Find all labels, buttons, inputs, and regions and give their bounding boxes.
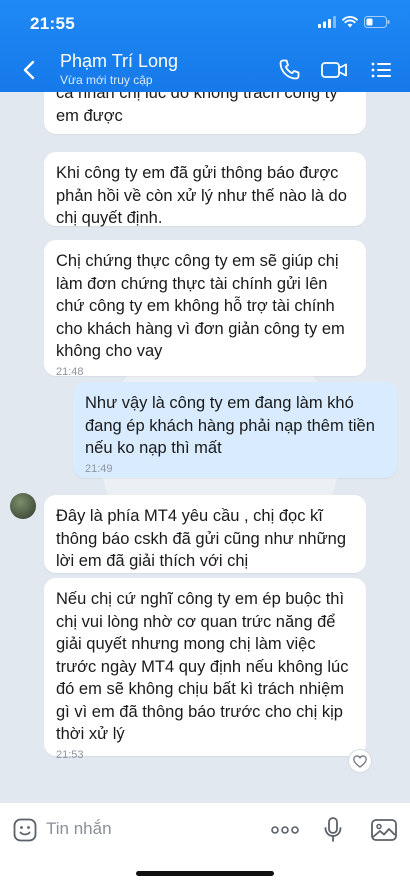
more-dots-icon — [271, 826, 299, 834]
signal-icon — [318, 16, 336, 28]
image-button[interactable] — [369, 815, 399, 845]
status-time: 21:55 — [30, 14, 75, 33]
chat-header: 21:55 Phạm Trí Long Vừa mới truy cập — [0, 0, 410, 92]
message-input[interactable] — [46, 815, 246, 843]
contact-name: Phạm Trí Long — [60, 51, 179, 71]
message-time: 21:49 — [85, 462, 113, 475]
video-call-button[interactable] — [319, 56, 349, 84]
my-message-bubble[interactable]: Như vậy là công ty em đang làm khó đang … — [73, 382, 397, 478]
message-text: Như vậy là công ty em đang làm khó đang … — [85, 394, 375, 457]
video-camera-icon — [321, 62, 347, 78]
image-icon — [371, 819, 397, 841]
microphone-icon — [324, 817, 342, 842]
emoji-button[interactable] — [12, 817, 38, 843]
message-time: 21:48 — [56, 365, 84, 378]
status-bar: 21:55 — [0, 0, 410, 44]
message-bubble[interactable]: Chị chứng thực công ty em sẽ giúp chị là… — [44, 240, 366, 378]
menu-button[interactable] — [367, 56, 395, 84]
call-button[interactable] — [275, 56, 303, 84]
emoji-icon — [13, 818, 37, 842]
battery-icon — [364, 16, 390, 28]
message-time: 21:53 — [56, 748, 84, 761]
voice-button[interactable] — [318, 815, 348, 845]
wifi-icon — [342, 16, 358, 28]
back-button[interactable] — [16, 56, 44, 84]
message-bubble[interactable]: Đây là phía MT4 yêu cầu , chị đọc kĩ thô… — [44, 495, 366, 573]
heart-icon — [353, 754, 367, 768]
message-bubble[interactable]: Nếu chị cứ nghĩ công ty em ép buộc thì c… — [44, 578, 366, 761]
home-indicator — [136, 871, 274, 876]
message-text: cá nhân chị lúc đó không trách công ty e… — [56, 92, 338, 125]
message-bubble[interactable]: cá nhân chị lúc đó không trách công ty e… — [44, 92, 366, 134]
message-text: Đây là phía MT4 yêu cầu , chị đọc kĩ thô… — [56, 507, 347, 570]
chat-area[interactable]: cá nhân chị lúc đó không trách công ty e… — [0, 92, 410, 802]
message-text: Nếu chị cứ nghĩ công ty em ép buộc thì c… — [56, 590, 349, 743]
avatar[interactable] — [10, 493, 36, 519]
chevron-left-icon — [23, 60, 35, 80]
status-icons — [318, 16, 390, 28]
contact-info[interactable]: Phạm Trí Long Vừa mới truy cập — [60, 50, 178, 88]
more-button[interactable] — [270, 815, 300, 845]
phone-icon — [279, 59, 300, 80]
message-input-bar — [0, 802, 410, 885]
contact-status: Vừa mới truy cập — [60, 73, 153, 87]
message-bubble[interactable]: Khi công ty em đã gửi thông báo được phả… — [44, 152, 366, 227]
message-text: Chị chứng thực công ty em sẽ giúp chị là… — [56, 252, 345, 360]
react-button[interactable] — [348, 749, 372, 773]
list-menu-icon — [371, 62, 391, 78]
message-text: Khi công ty em đã gửi thông báo được phả… — [56, 164, 347, 227]
nav-row: Phạm Trí Long Vừa mới truy cập — [0, 44, 410, 92]
